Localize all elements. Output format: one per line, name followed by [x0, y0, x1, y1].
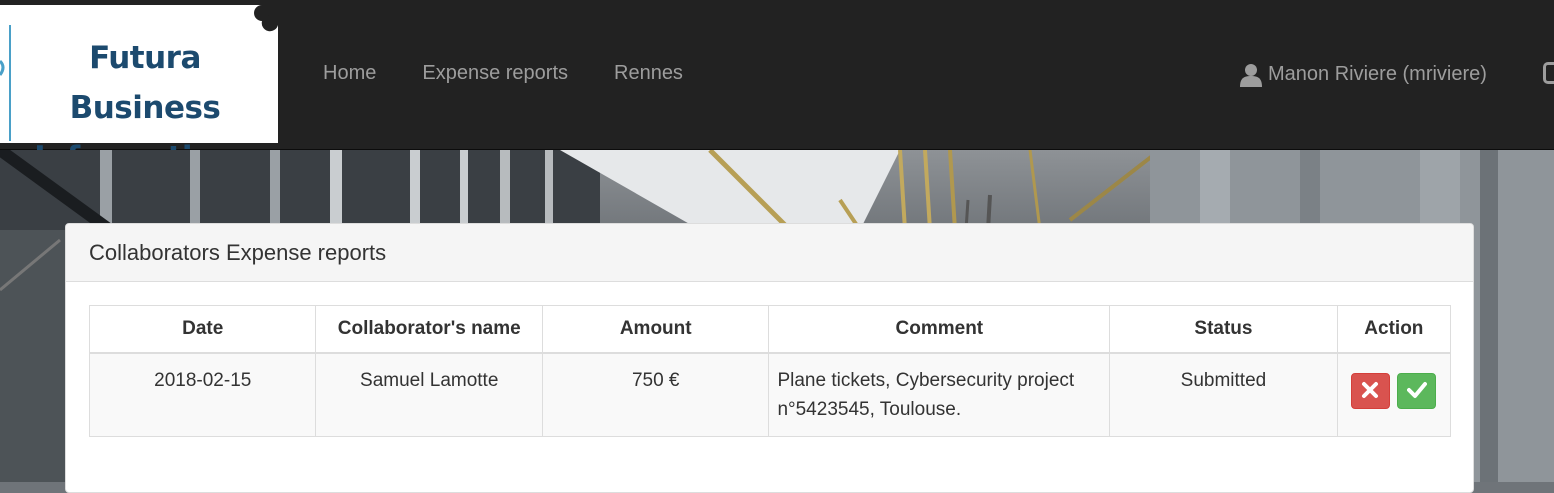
logout-icon[interactable] — [1543, 62, 1554, 84]
cell-collaborator-name: Samuel Lamotte — [315, 352, 543, 437]
expense-reports-table: Date Collaborator's name Amount Comment … — [88, 305, 1452, 437]
column-header-action: Action — [1336, 305, 1452, 354]
reject-icon — [1362, 382, 1379, 398]
user-menu[interactable]: Manon Riviere (mriviere) — [1240, 0, 1487, 149]
table-row: 2018-02-15 Samuel Lamotte 750 € Plane ti… — [88, 352, 1452, 437]
approve-button[interactable] — [1397, 373, 1437, 409]
user-icon — [1240, 63, 1262, 87]
main-nav: Home Expense reports Rennes — [300, 0, 706, 149]
panel-title: Collaborators Expense reports — [66, 224, 1473, 282]
nav-home[interactable]: Home — [300, 0, 399, 149]
expense-reports-panel: Collaborators Expense reports Date Colla… — [65, 223, 1474, 493]
brand-line-1: Futura Business — [69, 40, 221, 126]
cell-actions — [1336, 352, 1452, 437]
column-header-status: Status — [1109, 305, 1338, 354]
reject-button[interactable] — [1351, 373, 1391, 409]
cell-date: 2018-02-15 — [88, 352, 317, 437]
brand-logo[interactable]: Futura Business Informatique — [0, 5, 278, 176]
column-header-amount: Amount — [541, 305, 770, 354]
nav-expense-reports[interactable]: Expense reports — [399, 0, 591, 149]
column-header-collaborator: Collaborator's name — [315, 305, 543, 354]
user-name: Manon Riviere (mriviere) — [1268, 63, 1487, 85]
cell-amount: 750 € — [541, 352, 770, 437]
table-header-row: Date Collaborator's name Amount Comment … — [88, 305, 1452, 354]
cell-status: Submitted — [1109, 352, 1338, 437]
navbar: Futura Business Informatique Home Expens… — [0, 0, 1554, 176]
approve-icon — [1407, 382, 1428, 398]
column-header-date: Date — [88, 305, 317, 354]
nav-rennes[interactable]: Rennes — [591, 0, 706, 149]
column-header-comment: Comment — [768, 305, 1111, 354]
cell-comment: Plane tickets, Cybersecurity project n°5… — [768, 352, 1111, 437]
